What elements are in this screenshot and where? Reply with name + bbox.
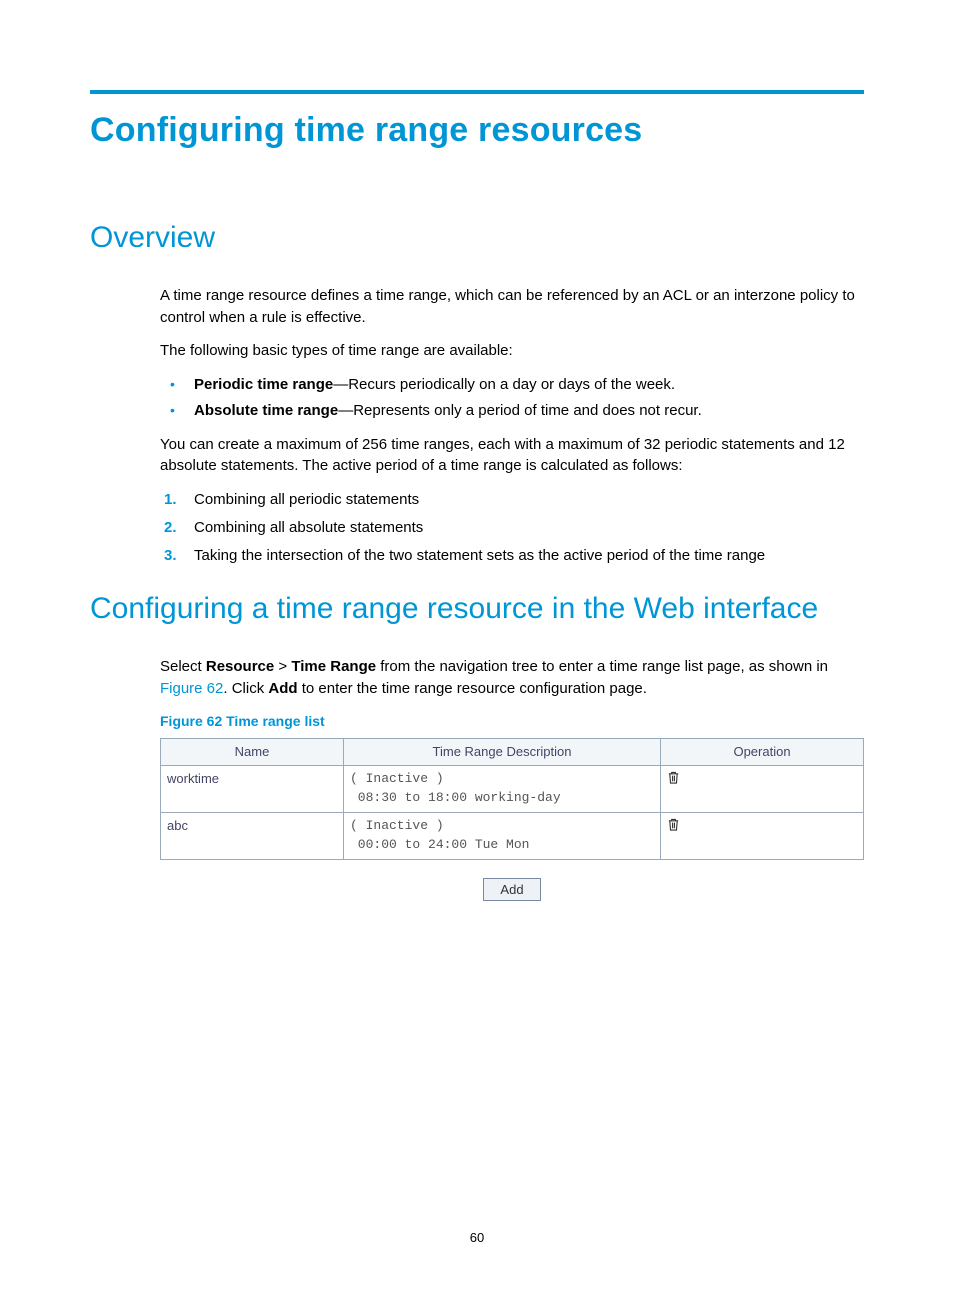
overview-steps: Combining all periodic statements Combin… — [160, 489, 864, 566]
bullet-absolute-term: Absolute time range — [194, 402, 338, 419]
breadcrumb-time-range: Time Range — [291, 658, 376, 675]
overview-p1: A time range resource defines a time ran… — [160, 285, 864, 329]
page-number: 60 — [0, 1229, 954, 1248]
trash-icon[interactable] — [667, 820, 680, 835]
cell-name: abc — [161, 813, 344, 860]
bullet-absolute: Absolute time range—Represents only a pe… — [160, 400, 864, 422]
table-row: worktime ( Inactive ) 08:30 to 18:00 wor… — [161, 766, 864, 813]
figure-caption: Figure 62 Time range list — [160, 711, 864, 731]
table-row: abc ( Inactive ) 00:00 to 24:00 Tue Mon — [161, 813, 864, 860]
overview-bullets: Periodic time range—Recurs periodically … — [160, 374, 864, 422]
cell-desc: ( Inactive ) 00:00 to 24:00 Tue Mon — [344, 813, 661, 860]
breadcrumb-sep: > — [274, 658, 291, 675]
step-2: Combining all absolute statements — [160, 517, 864, 539]
time-range-table: Name Time Range Description Operation wo… — [160, 738, 864, 860]
cell-desc: ( Inactive ) 08:30 to 18:00 working-day — [344, 766, 661, 813]
trash-icon[interactable] — [667, 773, 680, 788]
th-op: Operation — [661, 738, 864, 766]
text: from the navigation tree to enter a time… — [376, 658, 828, 675]
page-title: Configuring time range resources — [90, 106, 864, 155]
cell-name: worktime — [161, 766, 344, 813]
text: . Click — [223, 680, 268, 697]
add-bold: Add — [268, 680, 297, 697]
cell-op — [661, 766, 864, 813]
figure-link[interactable]: Figure 62 — [160, 680, 223, 697]
th-desc: Time Range Description — [344, 738, 661, 766]
th-name: Name — [161, 738, 344, 766]
text: Select — [160, 658, 206, 675]
cell-op — [661, 813, 864, 860]
bullet-absolute-desc: —Represents only a period of time and do… — [338, 402, 702, 419]
config-heading: Configuring a time range resource in the… — [90, 590, 864, 628]
text: to enter the time range resource configu… — [298, 680, 647, 697]
overview-heading: Overview — [90, 219, 864, 257]
bullet-periodic-desc: —Recurs periodically on a day or days of… — [333, 376, 675, 393]
overview-p2: The following basic types of time range … — [160, 340, 864, 362]
step-3: Taking the intersection of the two state… — [160, 545, 864, 567]
step-1: Combining all periodic statements — [160, 489, 864, 511]
bullet-periodic-term: Periodic time range — [194, 376, 333, 393]
config-sentence: Select Resource > Time Range from the na… — [160, 656, 864, 700]
add-button[interactable]: Add — [483, 878, 540, 901]
overview-p3: You can create a maximum of 256 time ran… — [160, 434, 864, 478]
top-rule — [90, 90, 864, 94]
breadcrumb-resource: Resource — [206, 658, 274, 675]
bullet-periodic: Periodic time range—Recurs periodically … — [160, 374, 864, 396]
